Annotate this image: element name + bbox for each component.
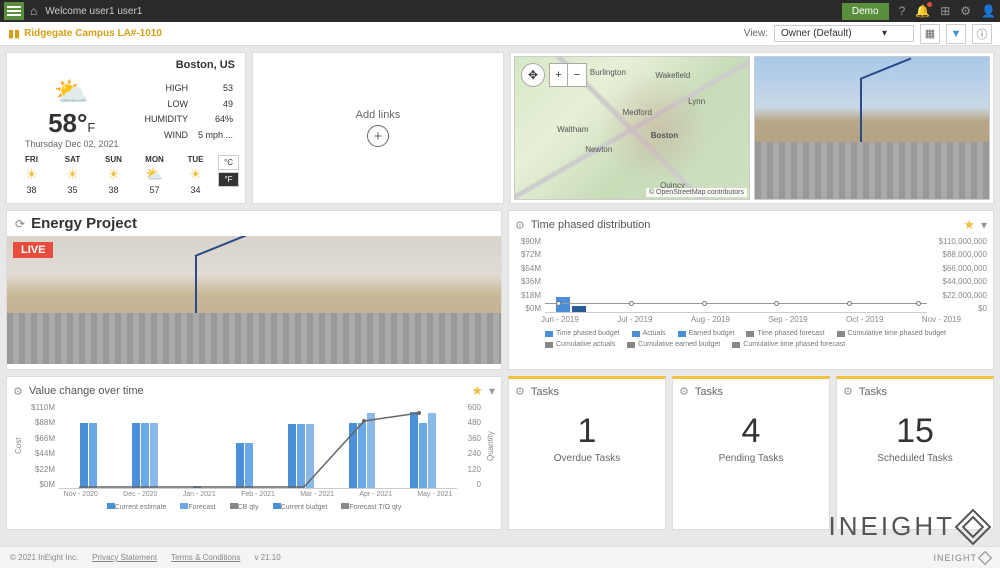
weather-card: Boston, US ⛅ 58°F Thursday Dec 02, 2021 … [6, 52, 246, 204]
gear-icon[interactable]: ⚙ [843, 385, 853, 398]
pending-tasks-card[interactable]: ⚙Tasks 4 Pending Tasks [672, 376, 830, 530]
task-count: 15 [843, 412, 987, 451]
weather-icon: ⛅ [13, 75, 130, 108]
grid-button[interactable]: ▦ [920, 24, 940, 44]
live-badge: LIVE [13, 242, 53, 258]
demo-button[interactable]: Demo [842, 3, 889, 20]
compass-icon[interactable]: ✥ [521, 63, 545, 87]
gear-icon[interactable]: ⚙ [13, 385, 23, 398]
value-change-card: ⚙ Value change over time ★▾ Cost $110M$8… [6, 376, 502, 530]
star-icon[interactable]: ★ [471, 383, 483, 399]
brand-watermark: INEIGHT [829, 511, 986, 542]
add-links-label: Add links [356, 109, 401, 121]
forecast-row: FRI☀38 SAT☀35 SUN☀38 MON⛅57 TUE☀34 °C°F [13, 155, 239, 195]
task-count: 4 [679, 412, 823, 451]
project-icon: ▮▮ [8, 27, 20, 40]
info-button[interactable]: ⓘ [972, 24, 992, 44]
notifications-icon[interactable]: 🔔 [915, 4, 930, 18]
plus-icon[interactable]: + [367, 125, 389, 147]
map-photo-card: ✥ +− Boston Newton Quincy Lynn Waltham M… [510, 52, 994, 204]
weather-location: Boston, US [13, 59, 239, 71]
footer: © 2021 InEight Inc. Privacy Statement Te… [0, 546, 1000, 568]
project-name[interactable]: Ridgegate Campus LA#-1010 [24, 28, 162, 39]
energy-project-card: ⟳ Energy Project LIVE [6, 210, 502, 370]
time-phased-chart: $90M$72M$54M$36M$18M$0M $110,000,000$88,… [515, 237, 987, 313]
map[interactable]: ✥ +− Boston Newton Quincy Lynn Waltham M… [514, 56, 750, 200]
gear-icon[interactable]: ⚙ [515, 219, 525, 232]
card-title: Time phased distribution [531, 219, 650, 231]
footer-brand: INEIGHT [933, 553, 990, 563]
task-count: 1 [515, 412, 659, 451]
help-icon[interactable]: ? [899, 4, 906, 18]
topbar: ⌂ Welcome user1 user1 Demo ? 🔔 ⊞ ⚙ 👤 [0, 0, 1000, 22]
overdue-tasks-card[interactable]: ⚙Tasks 1 Overdue Tasks [508, 376, 666, 530]
welcome-text: Welcome user1 user1 [45, 6, 142, 17]
privacy-link[interactable]: Privacy Statement [92, 553, 157, 562]
weather-stats: HIGH53 LOW49 HUMIDITY64% WIND5 mph ... [138, 80, 239, 144]
star-icon[interactable]: ★ [963, 217, 975, 233]
site-photo-thumb[interactable] [754, 56, 990, 200]
weather-date: Thursday Dec 02, 2021 [13, 139, 130, 149]
gear-icon[interactable]: ⚙ [515, 385, 525, 398]
value-change-chart: Cost $110M$88M$66M$44M$22M$0M 6004803602… [13, 403, 495, 489]
unit-toggle[interactable]: °C°F [218, 155, 239, 195]
menu-button[interactable] [4, 2, 24, 20]
map-attribution: © OpenStreetMap contributors [646, 188, 747, 197]
apps-icon[interactable]: ⊞ [940, 4, 950, 18]
live-photo[interactable]: LIVE [7, 236, 501, 364]
energy-title: Energy Project [31, 215, 137, 232]
gear-icon[interactable]: ⚙ [679, 385, 689, 398]
view-label: View: [744, 28, 768, 39]
settings-icon[interactable]: ⚙ [960, 4, 971, 18]
time-phased-card: ⚙ Time phased distribution ★ ▾ $90M$72M$5… [508, 210, 994, 370]
user-icon[interactable]: 👤 [981, 4, 996, 18]
view-select[interactable]: Owner (Default) ▾ [774, 25, 914, 42]
zoom-control[interactable]: +− [549, 63, 587, 87]
filter-icon[interactable]: ▾ [981, 218, 987, 232]
filter-icon[interactable]: ▾ [489, 384, 495, 398]
home-icon[interactable]: ⌂ [30, 4, 37, 18]
add-links-card[interactable]: Add links + [252, 52, 504, 204]
refresh-icon[interactable]: ⟳ [15, 217, 25, 231]
subbar: ▮▮ Ridgegate Campus LA#-1010 View: Owner… [0, 22, 1000, 46]
filter-button[interactable]: ▼ [946, 24, 966, 44]
terms-link[interactable]: Terms & Conditions [171, 553, 240, 562]
weather-temp: 58° [48, 108, 87, 138]
scheduled-tasks-card[interactable]: ⚙Tasks 15 Scheduled Tasks [836, 376, 994, 530]
